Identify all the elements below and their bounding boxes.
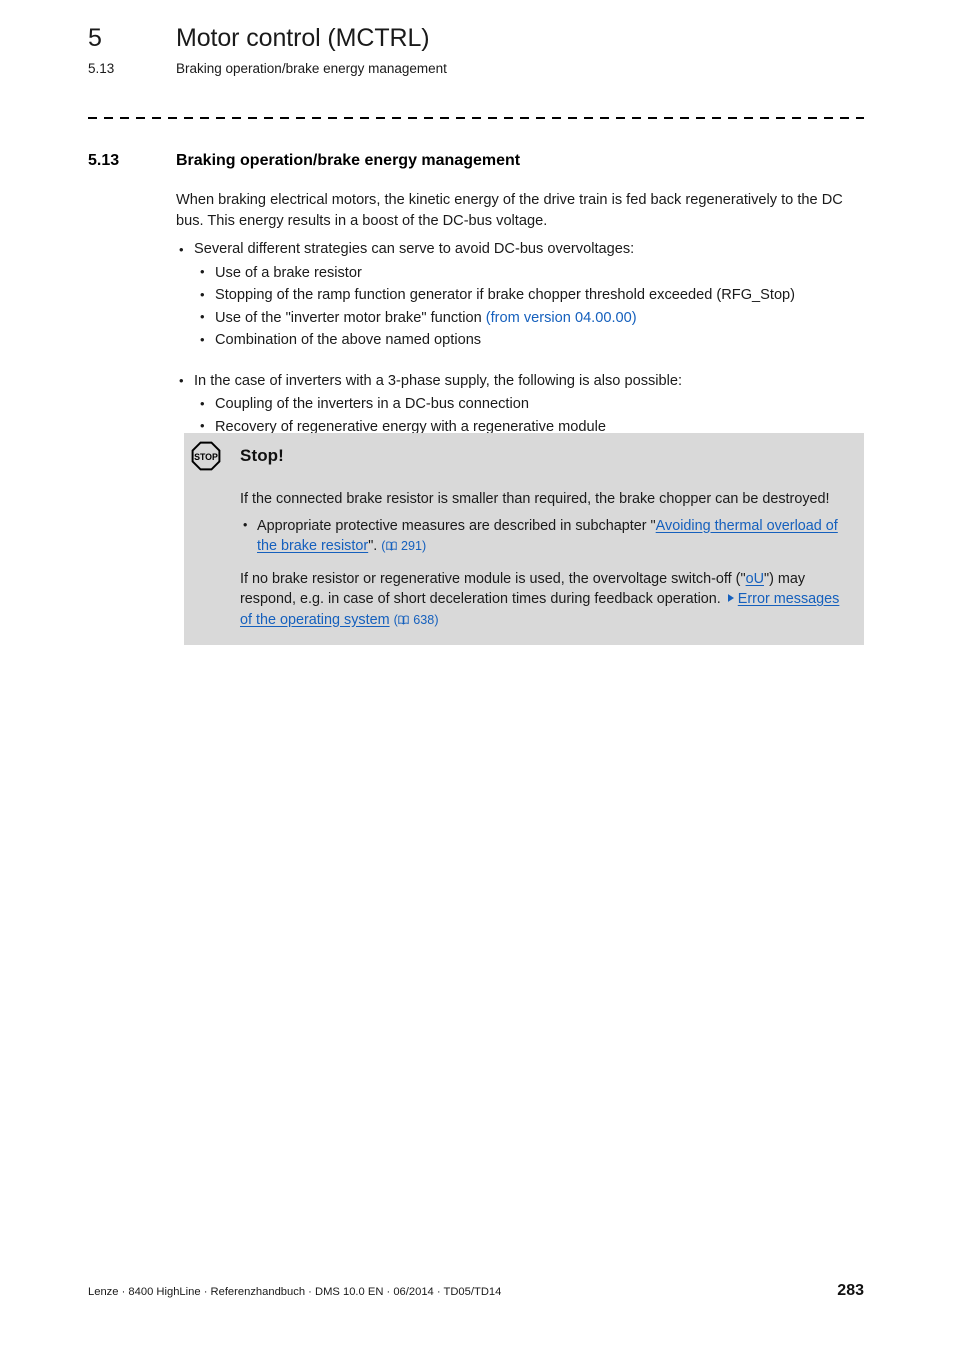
link-ou-error-code[interactable]: oU (746, 571, 764, 587)
list-item-text: Combination of the above named options (215, 332, 482, 348)
running-header: 5 Motor control (MCTRL) 5.13 Braking ope… (88, 24, 864, 76)
list-item-text: Stopping of the ramp function generator … (215, 287, 796, 303)
section-heading-number: 5.13 (88, 152, 120, 169)
stop-warning-body: If the connected brake resistor is small… (240, 489, 852, 630)
book-icon (398, 615, 409, 625)
stop-warning-box: STOP Stop! If the connected brake resist… (184, 433, 864, 645)
list-lead-text: Several different strategies can serve t… (194, 241, 635, 257)
running-header-section-number: 5.13 (88, 61, 115, 76)
footer-page-number: 283 (837, 1282, 864, 1299)
footer-imprint: Lenze · 8400 HighLine · Referenzhandbuch… (88, 1286, 502, 1298)
paragraph-part-1: If no brake resistor or regenerative mod… (240, 570, 746, 587)
list-item: Coupling of the inverters in a DC-bus co… (194, 393, 866, 416)
strategy-list-group-1: Several different strategies can serve t… (176, 239, 866, 352)
strategy-list-group-2: In the case of inverters with a 3-phase … (176, 370, 866, 439)
list-item: Appropriate protective measures are desc… (240, 515, 852, 557)
list-item: Use of a brake resistor (194, 261, 866, 285)
page-reference-number: 638 (413, 612, 435, 627)
stop-warning-title: Stop! (240, 446, 284, 465)
book-icon (385, 541, 397, 551)
triangle-right-icon (727, 594, 734, 602)
list-lead-text: In the case of inverters with a 3-phase … (194, 372, 683, 389)
running-header-chapter-row: 5 Motor control (MCTRL) (88, 24, 864, 52)
list-group-spacer (176, 353, 866, 363)
stop-sign-icon: STOP (191, 441, 221, 471)
running-header-section-title: Braking operation/brake energy managemen… (176, 61, 447, 76)
list-item: In the case of inverters with a 3-phase … (176, 370, 866, 439)
intro-paragraph: When braking electrical motors, the kine… (176, 192, 843, 229)
section-heading-title: Braking operation/brake energy managemen… (176, 152, 521, 169)
section-heading: 5.13 Braking operation/brake energy mana… (88, 152, 864, 170)
page-reference-291[interactable]: ( 291) (381, 539, 426, 553)
list-item-text: Coupling of the inverters in a DC-bus co… (215, 396, 529, 412)
version-note: (from version 04.00.00) (485, 309, 637, 326)
running-header-section-row: 5.13 Braking operation/brake energy mana… (88, 61, 864, 76)
bullet-prefix-text: Appropriate protective measures are desc… (257, 517, 656, 534)
page-footer: Lenze · 8400 HighLine · Referenzhandbuch… (88, 1282, 864, 1300)
strategy-sublist-1: Use of a brake resistor Stopping of the … (194, 261, 866, 352)
page-reference-638[interactable]: ( 638) (394, 613, 439, 627)
header-dashed-divider (88, 117, 864, 119)
list-item-text: Use of a brake resistor (215, 264, 362, 281)
stop-warning-header: STOP Stop! (184, 433, 284, 479)
svg-text:STOP: STOP (194, 452, 218, 462)
bullet-suffix-text: ". (368, 538, 378, 554)
stop-warning-paragraph-2: If no brake resistor or regenerative mod… (240, 569, 852, 631)
page-reference-number: 291 (401, 539, 423, 553)
stop-warning-paragraph-1: If the connected brake resistor is small… (240, 491, 830, 507)
running-header-chapter-number: 5 (88, 24, 102, 52)
list-item: Use of the "inverter motor brake" functi… (194, 306, 866, 330)
list-item: Several different strategies can serve t… (176, 239, 866, 352)
list-item-text: Use of the "inverter motor brake" functi… (215, 309, 482, 326)
strategy-sublist-2: Coupling of the inverters in a DC-bus co… (194, 393, 866, 438)
stop-warning-list: Appropriate protective measures are desc… (240, 515, 852, 557)
document-page: 5 Motor control (MCTRL) 5.13 Braking ope… (0, 0, 954, 1350)
list-item: Combination of the above named options (194, 329, 866, 352)
list-item: Stopping of the ramp function generator … (194, 284, 866, 307)
body-content: When braking electrical motors, the kine… (176, 190, 866, 439)
running-header-chapter-title: Motor control (MCTRL) (176, 24, 430, 52)
